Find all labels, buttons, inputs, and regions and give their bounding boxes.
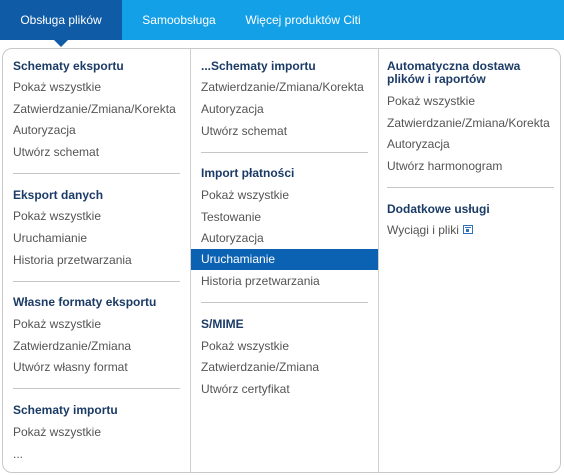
tab-file-handling[interactable]: Obsługa plików — [0, 0, 122, 40]
menu-link-create-schedule[interactable]: Utwórz harmonogram — [387, 159, 552, 173]
menu-link-create-scheme[interactable]: Utwórz schemat — [201, 124, 370, 138]
menu-link-run[interactable]: Uruchamianie — [13, 231, 182, 245]
menu-link-create-certificate[interactable]: Utwórz certyfikat — [201, 382, 370, 396]
divider — [387, 187, 554, 188]
menu-link-show-all[interactable]: Pokaż wszystkie — [387, 94, 552, 108]
menu-link-authorization[interactable]: Autoryzacja — [387, 137, 552, 151]
menu-link-show-all[interactable]: Pokaż wszystkie — [201, 339, 370, 353]
divider — [13, 173, 180, 174]
divider — [201, 152, 368, 153]
menu-column-2: ...Schematy importu Zatwierdzanie/Zmiana… — [190, 49, 379, 472]
menu-link-processing-history[interactable]: Historia przetwarzania — [201, 274, 370, 288]
section-title-data-export: Eksport danych — [13, 188, 104, 202]
section-title-automatic-delivery: Automatyczna dostawa plików i raportów — [387, 59, 521, 86]
menu-column-1: Schematy eksportu Pokaż wszystkie Zatwie… — [3, 49, 190, 472]
top-navigation-bar: Obsługa plików Samoobsługa Więcej produk… — [0, 0, 564, 40]
section-title-additional-services: Dodatkowe usługi — [387, 202, 490, 216]
mega-menu-panel: Schematy eksportu Pokaż wszystkie Zatwie… — [2, 48, 561, 473]
menu-link-create-scheme[interactable]: Utwórz schemat — [13, 145, 182, 159]
section-title-custom-export-formats: Własne formaty eksportu — [13, 295, 157, 309]
menu-link-create-custom-format[interactable]: Utwórz własny format — [13, 360, 182, 374]
divider — [13, 281, 180, 282]
section-title-payment-import: Import płatności — [201, 166, 295, 180]
active-tab-pointer — [52, 38, 70, 47]
section-title-export-schemes: Schematy eksportu — [13, 59, 124, 73]
divider — [13, 388, 180, 389]
menu-column-3: Automatyczna dostawa plików i raportów P… — [377, 49, 560, 472]
section-title-import-schemes: Schematy importu — [13, 403, 118, 417]
menu-link-approve-change[interactable]: Zatwierdzanie/Zmiana — [13, 339, 182, 353]
menu-link-more[interactable]: ... — [13, 447, 182, 461]
menu-link-approve-change-correct[interactable]: Zatwierdzanie/Zmiana/Korekta — [201, 80, 370, 94]
menu-link-authorization[interactable]: Autoryzacja — [201, 102, 370, 116]
tab-label: Więcej produktów Citi — [245, 13, 361, 27]
divider — [201, 302, 368, 303]
menu-link-show-all[interactable]: Pokaż wszystkie — [13, 317, 182, 331]
tab-more-citi-products[interactable]: Więcej produktów Citi — [236, 0, 370, 40]
menu-link-label: Wyciągi i pliki — [387, 223, 459, 237]
menu-link-show-all[interactable]: Pokaż wszystkie — [201, 188, 370, 202]
section-title-import-schemes-continued: ...Schematy importu — [201, 59, 316, 73]
tab-label: Obsługa plików — [20, 13, 102, 27]
menu-link-processing-history[interactable]: Historia przetwarzania — [13, 253, 182, 267]
tab-label: Samoobsługa — [142, 13, 216, 27]
menu-link-show-all[interactable]: Pokaż wszystkie — [13, 209, 182, 223]
menu-link-show-all[interactable]: Pokaż wszystkie — [13, 425, 182, 439]
menu-link-approve-change-correct[interactable]: Zatwierdzanie/Zmiana/Korekta — [387, 116, 552, 130]
external-window-icon — [462, 225, 473, 234]
menu-link-authorization[interactable]: Autoryzacja — [13, 123, 182, 137]
section-title-smime: S/MIME — [201, 317, 244, 331]
menu-link-statements-and-files[interactable]: Wyciągi i pliki — [387, 223, 552, 237]
menu-link-show-all[interactable]: Pokaż wszystkie — [13, 80, 182, 94]
menu-link-approve-change[interactable]: Zatwierdzanie/Zmiana — [201, 360, 370, 374]
menu-link-approve-change-correct[interactable]: Zatwierdzanie/Zmiana/Korekta — [13, 102, 182, 116]
menu-link-run-highlighted[interactable]: Uruchamianie — [191, 249, 378, 270]
menu-link-testing[interactable]: Testowanie — [201, 210, 370, 224]
menu-link-authorization[interactable]: Autoryzacja — [201, 231, 370, 245]
tab-self-service[interactable]: Samoobsługa — [122, 0, 236, 40]
